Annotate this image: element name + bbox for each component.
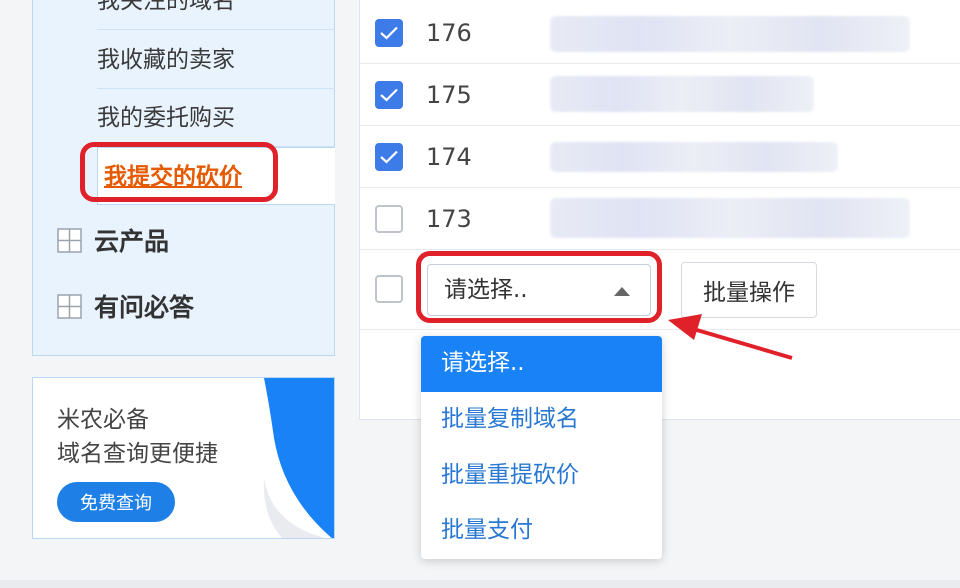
blurred-content bbox=[550, 76, 814, 112]
row-checkbox[interactable] bbox=[375, 204, 403, 233]
grid-icon bbox=[57, 293, 82, 319]
sidebar-group-label: 云产品 bbox=[94, 227, 170, 256]
page-footer-strip bbox=[0, 580, 960, 588]
blurred-content bbox=[550, 16, 910, 52]
dropdown-option-pay[interactable]: 批量支付 bbox=[421, 503, 662, 559]
select-all-checkbox[interactable] bbox=[375, 275, 403, 303]
bulk-action-select[interactable]: 请选择.. bbox=[427, 264, 651, 316]
blurred-content bbox=[550, 198, 910, 238]
caret-up-icon bbox=[614, 287, 630, 296]
ad-subtitle: 域名查询更便捷 bbox=[57, 441, 218, 467]
row-id: 174 bbox=[426, 142, 472, 171]
table-row: 174 bbox=[360, 126, 960, 188]
ad-decoration-icon bbox=[263, 378, 334, 538]
blurred-content bbox=[550, 142, 838, 172]
ad-free-query-button[interactable]: 免费查询 bbox=[57, 482, 175, 522]
table-row: 175 bbox=[360, 64, 960, 126]
bulk-action-button[interactable]: 批量操作 bbox=[681, 262, 817, 318]
sidebar-group-qa[interactable]: 有问必答 bbox=[57, 286, 194, 326]
row-checkbox[interactable] bbox=[375, 80, 403, 109]
checkmark-icon bbox=[380, 26, 398, 40]
table-row: 176 bbox=[360, 2, 960, 64]
bulk-action-dropdown: 请选择.. 批量复制域名 批量重提砍价 批量支付 bbox=[421, 336, 662, 559]
ad-banner[interactable]: 米农必备 域名查询更便捷 免费查询 bbox=[32, 377, 335, 539]
select-value: 请选择.. bbox=[444, 277, 528, 303]
checkmark-icon bbox=[380, 88, 398, 102]
row-checkbox[interactable] bbox=[375, 18, 403, 47]
ad-title: 米农必备 bbox=[57, 407, 149, 433]
table-row: 173 bbox=[360, 188, 960, 250]
sidebar-group-cloud-products[interactable]: 云产品 bbox=[57, 220, 169, 260]
checkmark-icon bbox=[380, 150, 398, 164]
row-id: 173 bbox=[426, 204, 472, 233]
row-id: 176 bbox=[426, 18, 472, 47]
bulk-actions-row: 请选择.. 批量操作 bbox=[360, 252, 960, 330]
sidebar-item-submitted-bargains[interactable]: 我提交的砍价 bbox=[97, 147, 335, 205]
dropdown-option-placeholder[interactable]: 请选择.. bbox=[421, 336, 662, 392]
sidebar-item-entrusted-purchases[interactable]: 我的委托购买 bbox=[97, 89, 335, 147]
row-id: 175 bbox=[426, 80, 472, 109]
sidebar: 我关注的域名 我收藏的卖家 我的委托购买 我提交的砍价 云产品 有问必答 bbox=[32, 0, 335, 356]
grid-icon bbox=[57, 227, 82, 253]
row-checkbox[interactable] bbox=[375, 142, 403, 171]
sidebar-item-favorite-sellers[interactable]: 我收藏的卖家 bbox=[97, 31, 335, 89]
dropdown-option-copy-domains[interactable]: 批量复制域名 bbox=[421, 392, 662, 448]
sidebar-item-followed-domains[interactable]: 我关注的域名 bbox=[97, 0, 335, 30]
dropdown-option-resubmit-bargain[interactable]: 批量重提砍价 bbox=[421, 448, 662, 504]
sidebar-group-label: 有问必答 bbox=[94, 293, 195, 322]
